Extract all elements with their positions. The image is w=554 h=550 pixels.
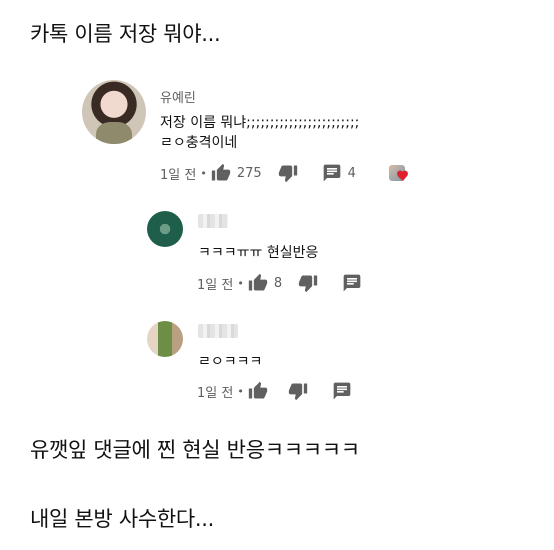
avatar[interactable] (147, 211, 183, 247)
headline-middle: 유깻잎 댓글에 찐 현실 반응ㅋㅋㅋㅋㅋ (30, 438, 360, 462)
reply-actions: 1일 전 • 8 (197, 273, 362, 293)
thumbs-up-icon (211, 163, 230, 181)
reply-icon (323, 164, 340, 182)
reply-count: 4 (347, 165, 356, 181)
like-count: 8 (273, 275, 283, 291)
dislike-button[interactable] (278, 163, 298, 183)
reply-button[interactable] (342, 273, 362, 293)
creator-heart-icon (397, 170, 408, 181)
reply-button[interactable] (332, 381, 352, 401)
like-button[interactable] (248, 273, 268, 293)
comment-actions: 1일 전 • 275 4 (160, 163, 410, 183)
reply-text: ㄹㅇㅋㅋㅋ (198, 354, 263, 370)
comment-author[interactable]: 유예린 (160, 87, 196, 106)
thumbs-down-icon (298, 275, 318, 293)
separator-dot: • (200, 166, 207, 180)
headline-bottom: 내일 본방 사수한다... (30, 507, 215, 531)
reply-button[interactable] (322, 163, 342, 183)
separator-dot: • (237, 276, 244, 290)
reply-actions: 1일 전 • (197, 381, 352, 401)
comment-time: 1일 전 (160, 167, 197, 183)
author-name-blurred (198, 324, 238, 338)
avatar[interactable] (147, 321, 183, 357)
reply-icon (333, 382, 351, 400)
like-count: 275 (236, 165, 262, 181)
reply-time: 1일 전 (197, 385, 234, 401)
comment-text-line-2: ㄹㅇ충격이네 (160, 135, 238, 151)
separator-dot: • (237, 384, 244, 398)
comment-text-line-1: 저장 이름 뭐냐;;;;;;;;;;;;;;;;;;;;;;;; (160, 115, 360, 131)
thumbs-down-icon (278, 165, 297, 183)
reply-icon (343, 274, 361, 292)
like-button[interactable] (248, 381, 268, 401)
headline-top: 카톡 이름 저장 뭐야... (30, 22, 221, 46)
thumbs-down-icon (288, 383, 307, 401)
dislike-button[interactable] (298, 273, 318, 293)
like-button[interactable] (211, 163, 231, 183)
reply-time: 1일 전 (197, 277, 234, 293)
reply-text: ㅋㅋㅋㅠㅠ 현실반응 (198, 245, 319, 261)
author-name-blurred (198, 214, 228, 228)
thumbs-up-icon (248, 381, 267, 399)
avatar[interactable] (82, 80, 146, 144)
dislike-button[interactable] (288, 381, 308, 401)
thumbs-up-icon (248, 273, 267, 291)
creator-heart (384, 165, 410, 181)
